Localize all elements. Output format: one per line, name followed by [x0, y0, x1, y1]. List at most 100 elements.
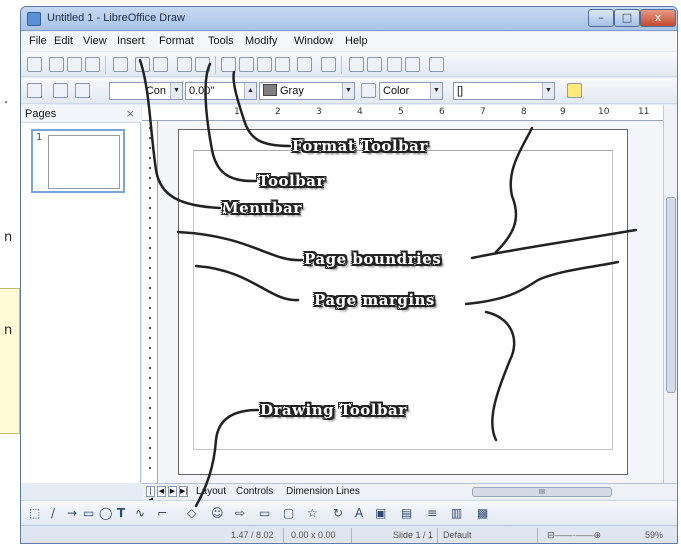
close-button[interactable]: x — [640, 9, 676, 27]
menu-format[interactable]: Format — [159, 35, 194, 47]
minimize-button[interactable]: – — [588, 9, 614, 27]
ruler-dot — [149, 187, 151, 189]
redo-icon[interactable] — [321, 57, 336, 72]
status-zoom[interactable]: 59% — [645, 530, 663, 540]
edit-file-icon[interactable] — [113, 57, 128, 72]
clone-formatting-icon[interactable] — [275, 57, 290, 72]
chevron-down-icon[interactable]: ▼ — [430, 83, 442, 99]
menu-view[interactable]: View — [83, 35, 107, 47]
image-from-file-icon[interactable]: ▣ — [375, 506, 386, 520]
area-style-select[interactable]: Color ▼ — [379, 82, 443, 100]
open-icon[interactable] — [49, 57, 64, 72]
navigator-icon[interactable] — [387, 57, 402, 72]
curve-icon[interactable]: ∿ — [135, 506, 145, 520]
ruler-dot — [149, 347, 151, 349]
ruler-tick: 2 — [275, 107, 281, 117]
last-tab-icon[interactable]: ▶| — [179, 486, 188, 497]
libreoffice-draw-window: Untitled 1 - LibreOffice Draw – □ x File… — [20, 6, 678, 544]
new-document-icon[interactable] — [27, 57, 42, 72]
first-tab-icon[interactable]: |◀ — [146, 486, 155, 504]
spellcheck-icon[interactable] — [177, 57, 192, 72]
vertical-ruler[interactable] — [142, 121, 158, 483]
menu-tools[interactable]: Tools — [208, 35, 234, 47]
zoom-slider[interactable]: ⊟——·——⊕ — [547, 530, 601, 541]
connector-icon[interactable]: ⌐ — [157, 506, 167, 520]
arrow-line-icon[interactable]: → — [67, 506, 77, 520]
area-style-icon[interactable] — [361, 83, 376, 98]
ruler-dot — [149, 407, 151, 409]
callouts-icon[interactable]: ▢ — [283, 506, 294, 520]
next-tab-icon[interactable]: ▶ — [168, 486, 177, 497]
area-fill-select[interactable]: [] ▼ — [453, 82, 555, 100]
flowchart-icon[interactable]: ▭ — [259, 506, 270, 520]
ruler-tick: 10 — [598, 107, 610, 117]
line-style-select[interactable]: Con ▼ — [109, 82, 183, 100]
copy-icon[interactable] — [239, 57, 254, 72]
rotate-icon[interactable]: ↻ — [333, 506, 343, 520]
ruler-dot — [149, 387, 151, 389]
zoom-icon[interactable] — [405, 57, 420, 72]
email-icon[interactable] — [85, 57, 100, 72]
symbol-shapes-icon[interactable]: ☺ — [211, 506, 224, 520]
horizontal-ruler[interactable]: 1 2 3 4 5 6 7 8 9 10 11 — [142, 105, 663, 121]
save-icon[interactable] — [67, 57, 82, 72]
arrange-icon[interactable]: ▥ — [451, 506, 462, 520]
chart-icon[interactable] — [349, 57, 364, 72]
basic-shapes-icon[interactable]: ◇ — [187, 506, 196, 520]
line-icon[interactable] — [53, 83, 68, 98]
pages-pane-header: Pages × — [21, 105, 141, 123]
export-pdf-icon[interactable] — [135, 57, 150, 72]
chevron-down-icon[interactable]: ▼ — [542, 83, 554, 99]
ruler-dot — [149, 367, 151, 369]
extrusion-icon[interactable]: ▤ — [401, 506, 412, 520]
shadow-tool-icon[interactable]: ▩ — [477, 506, 488, 520]
vertical-scrollbar-thumb[interactable] — [666, 197, 676, 393]
vertical-scrollbar[interactable] — [663, 105, 677, 483]
rectangle-icon[interactable]: ▭ — [83, 506, 94, 520]
spin-arrows-icon[interactable]: ▲ — [244, 83, 256, 99]
tab-controls[interactable]: Controls — [236, 486, 273, 497]
paste-icon[interactable] — [257, 57, 272, 72]
title-bar[interactable]: Untitled 1 - LibreOffice Draw – □ x — [21, 7, 677, 31]
stars-icon[interactable]: ☆ — [307, 506, 318, 520]
tab-dimension-lines[interactable]: Dimension Lines — [286, 486, 360, 497]
image-icon[interactable] — [367, 57, 382, 72]
gray-swatch-icon — [263, 84, 277, 96]
close-icon[interactable]: × — [126, 107, 135, 120]
chevron-down-icon[interactable]: ▼ — [170, 83, 182, 99]
chevron-down-icon[interactable]: ▼ — [342, 83, 354, 99]
block-arrows-icon[interactable]: ⇨ — [235, 506, 245, 520]
ruler-dot — [149, 197, 151, 199]
previous-tab-icon[interactable]: ◀ — [157, 486, 166, 497]
cut-icon[interactable] — [221, 57, 236, 72]
status-divider — [351, 528, 352, 543]
text-icon[interactable]: T — [117, 506, 125, 520]
line-style-value: Con — [145, 85, 166, 97]
autospellcheck-icon[interactable] — [195, 57, 210, 72]
menu-edit[interactable]: Edit — [54, 35, 73, 47]
page-thumbnail[interactable]: 1 — [31, 129, 125, 193]
menu-help[interactable]: Help — [345, 35, 368, 47]
menu-insert[interactable]: Insert — [117, 35, 145, 47]
menu-modify[interactable]: Modify — [245, 35, 277, 47]
line-width-field[interactable]: 0.00" ▲ — [185, 82, 257, 100]
tab-layout[interactable]: Layout — [196, 486, 226, 497]
select-icon[interactable]: ⬚ — [29, 506, 40, 520]
fontwork-icon[interactable]: A — [355, 506, 363, 520]
arrow-style-icon[interactable] — [75, 83, 90, 98]
menu-window[interactable]: Window — [294, 35, 333, 47]
horizontal-scrollbar[interactable]: III — [472, 487, 612, 497]
ellipse-icon[interactable]: ◯ — [99, 506, 112, 520]
help-icon[interactable] — [429, 57, 444, 72]
line-color-select[interactable]: Gray ▼ — [259, 82, 355, 100]
shadow-icon[interactable] — [567, 83, 582, 98]
align-icon[interactable]: ≡ — [427, 506, 437, 520]
menu-file[interactable]: File — [29, 35, 47, 47]
ruler-dot — [149, 427, 151, 429]
line-tool-icon[interactable]: / — [51, 506, 55, 520]
print-icon[interactable] — [153, 57, 168, 72]
maximize-button[interactable]: □ — [614, 9, 640, 27]
ruler-dot — [149, 247, 151, 249]
area-icon[interactable] — [27, 83, 42, 98]
undo-icon[interactable] — [297, 57, 312, 72]
